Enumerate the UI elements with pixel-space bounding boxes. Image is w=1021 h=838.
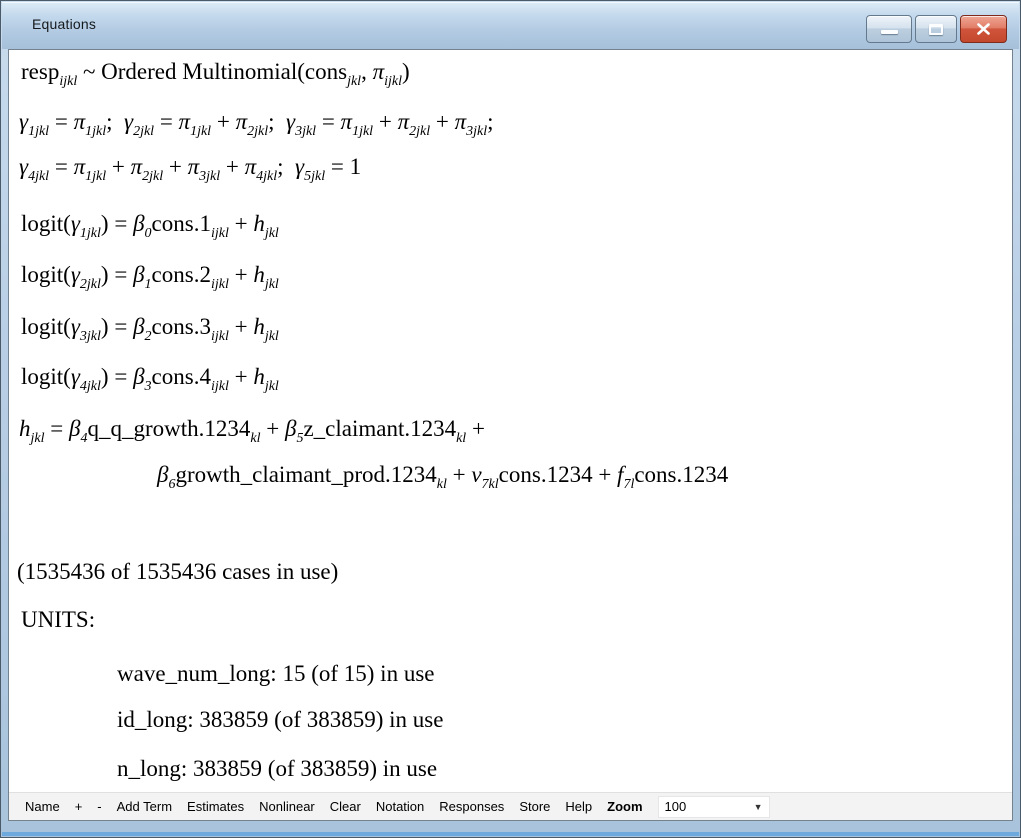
minus-button[interactable]: - — [97, 799, 101, 814]
clear-button[interactable]: Clear — [330, 799, 361, 814]
equation-response-distribution: respijkl ~ Ordered Multinomial(consjkl, … — [21, 56, 410, 88]
units-n-long: n_long: 383859 (of 383859) in use — [117, 753, 437, 785]
zoom-combobox[interactable]: 100 ▼ — [658, 796, 770, 818]
close-button[interactable] — [960, 15, 1007, 43]
units-heading: UNITS: — [21, 604, 95, 636]
zoom-value: 100 — [665, 799, 754, 814]
equation-gamma-cumulative-2: γ4jkl = π1jkl + π2jkl + π3jkl + π4jkl; γ… — [19, 151, 361, 183]
equations-client-area: respijkl ~ Ordered Multinomial(consjkl, … — [8, 49, 1013, 821]
plus-button[interactable]: + — [75, 799, 83, 814]
equation-gamma-cumulative-1: γ1jkl = π1jkl; γ2jkl = π1jkl + π2jkl; γ3… — [19, 106, 494, 138]
responses-button[interactable]: Responses — [439, 799, 504, 814]
maximize-button[interactable] — [915, 15, 957, 43]
notation-button[interactable]: Notation — [376, 799, 424, 814]
window-bottom-border — [2, 832, 1019, 836]
equations-display[interactable]: respijkl ~ Ordered Multinomial(consjkl, … — [9, 50, 1012, 792]
minimize-button[interactable] — [866, 15, 912, 43]
zoom-label: Zoom — [607, 799, 642, 814]
name-button[interactable]: Name — [25, 799, 60, 814]
maximize-icon — [929, 24, 943, 35]
add-term-button[interactable]: Add Term — [117, 799, 172, 814]
window-title: Equations — [32, 16, 96, 32]
help-button[interactable]: Help — [565, 799, 592, 814]
equation-logit-4: logit(γ4jkl) = β3cons.4ijkl + hjkl — [21, 361, 279, 393]
nonlinear-button[interactable]: Nonlinear — [259, 799, 315, 814]
close-icon — [976, 23, 991, 35]
caption-buttons — [866, 15, 1007, 43]
equation-h-term: hjkl = β4q_q_growth.1234kl + β5z_claiman… — [19, 413, 485, 445]
equations-window: Equations respijkl ~ Ordered Multinomial… — [0, 0, 1021, 838]
equations-toolbar: Name + - Add Term Estimates Nonlinear Cl… — [9, 792, 1012, 820]
units-wave-num-long: wave_num_long: 15 (of 15) in use — [117, 658, 434, 690]
chevron-down-icon: ▼ — [754, 802, 763, 812]
minimize-icon — [881, 30, 898, 34]
estimates-button[interactable]: Estimates — [187, 799, 244, 814]
equation-logit-2: logit(γ2jkl) = β1cons.2ijkl + hjkl — [21, 259, 279, 291]
units-id-long: id_long: 383859 (of 383859) in use — [117, 704, 443, 736]
store-button[interactable]: Store — [519, 799, 550, 814]
cases-in-use-text: (1535436 of 1535436 cases in use) — [17, 556, 338, 588]
equation-logit-3: logit(γ3jkl) = β2cons.3ijkl + hjkl — [21, 311, 279, 343]
equation-logit-1: logit(γ1jkl) = β0cons.1ijkl + hjkl — [21, 208, 279, 240]
titlebar[interactable]: Equations — [2, 2, 1019, 49]
equation-h-term-continued: β6growth_claimant_prod.1234kl + v7klcons… — [157, 459, 728, 491]
